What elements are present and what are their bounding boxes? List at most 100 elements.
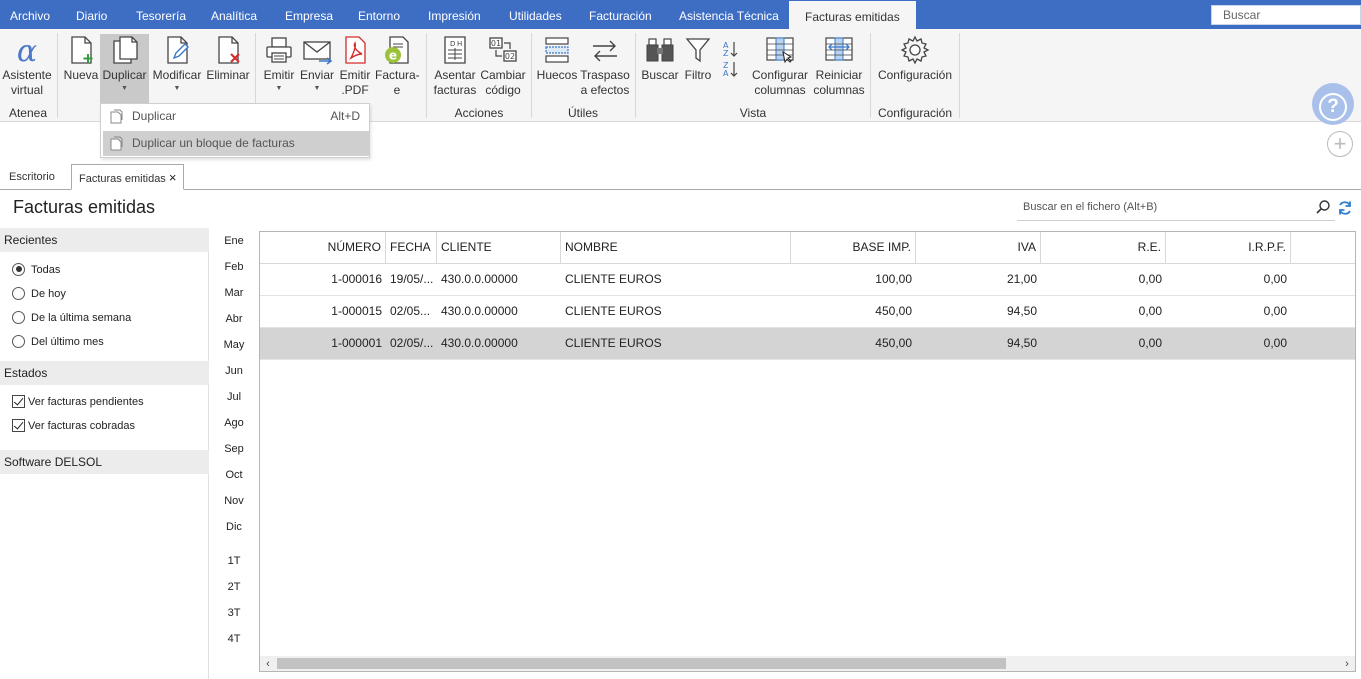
help-button[interactable]: ? bbox=[1312, 83, 1354, 125]
menu-archivo[interactable]: Archivo bbox=[10, 0, 50, 29]
menu-empresa[interactable]: Empresa bbox=[285, 0, 333, 29]
menu-utilidades[interactable]: Utilidades bbox=[509, 0, 562, 29]
table-row[interactable]: 1-000015 02/05... 430.0.0.00000 CLIENTE … bbox=[260, 296, 1355, 328]
close-icon[interactable]: × bbox=[169, 170, 177, 185]
section-footer-delsol: Software DELSOL bbox=[0, 450, 209, 474]
month-filter-item[interactable]: Jul bbox=[214, 391, 254, 403]
printer-icon bbox=[266, 37, 292, 63]
column-header-re[interactable]: R.E. bbox=[1041, 232, 1166, 263]
table-row-selected[interactable]: 1-000001 02/05/... 430.0.0.00000 CLIENTE… bbox=[260, 328, 1355, 360]
month-filter-item[interactable]: Jun bbox=[214, 365, 254, 377]
new-button[interactable]: Nueva bbox=[62, 34, 100, 100]
menu-entorno[interactable]: Entorno bbox=[358, 0, 400, 29]
menu-facturacion[interactable]: Facturación bbox=[589, 0, 652, 29]
quarter-filter-item[interactable]: 4T bbox=[214, 633, 254, 645]
post-invoices-button[interactable]: DH Asentar facturas bbox=[432, 34, 478, 100]
cell-iva: 94,50 bbox=[1006, 336, 1037, 350]
reset-columns-button[interactable]: Reiniciar columnas bbox=[812, 34, 866, 100]
cell-re: 0,00 bbox=[1138, 272, 1162, 286]
sort-button[interactable]: AZZA bbox=[717, 34, 743, 100]
issue-button[interactable]: Emitir ▼ bbox=[261, 34, 297, 100]
configure-columns-button[interactable]: Configurar columnas bbox=[751, 34, 809, 100]
radio-indicator[interactable] bbox=[12, 310, 25, 324]
menu-diario[interactable]: Diario bbox=[76, 0, 107, 29]
duplicate-icon bbox=[110, 136, 123, 151]
menu-tesoreria[interactable]: Tesorería bbox=[136, 0, 186, 29]
month-filter-item[interactable]: Oct bbox=[214, 469, 254, 481]
menu-item-duplicate[interactable]: Duplicar Alt+D bbox=[103, 104, 369, 129]
global-search-input[interactable]: Buscar bbox=[1211, 5, 1361, 25]
einvoice-button[interactable]: e Factura- e bbox=[375, 34, 420, 100]
tab-escritorio[interactable]: Escritorio bbox=[9, 164, 55, 190]
sort-az-icon: AZZA bbox=[723, 41, 738, 78]
month-filter-item[interactable]: Dic bbox=[214, 521, 254, 533]
group-separator bbox=[426, 33, 427, 118]
radio-ultima-semana[interactable]: De la última semana bbox=[12, 310, 131, 326]
radio-indicator[interactable] bbox=[12, 262, 25, 276]
menu-item-duplicate-block[interactable]: Duplicar un bloque de facturas bbox=[103, 131, 369, 156]
column-header-irpf[interactable]: I.R.P.F. bbox=[1166, 232, 1291, 263]
refresh-icon[interactable] bbox=[1337, 200, 1353, 216]
month-filter-item[interactable]: Sep bbox=[214, 443, 254, 455]
menu-analitica[interactable]: Analítica bbox=[211, 0, 257, 29]
checkbox-indicator[interactable] bbox=[12, 418, 25, 432]
section-header-estados: Estados bbox=[0, 361, 209, 385]
checkbox-facturas-cobradas[interactable]: Ver facturas cobradas bbox=[12, 418, 135, 434]
svg-text:α: α bbox=[17, 34, 37, 66]
radio-todas[interactable]: Todas bbox=[12, 262, 60, 278]
column-header-iva[interactable]: IVA bbox=[916, 232, 1041, 263]
filter-button[interactable]: Filtro bbox=[681, 34, 715, 100]
issue-pdf-button[interactable]: Emitir .PDF bbox=[337, 34, 373, 100]
transfer-effects-button[interactable]: Traspaso a efectos bbox=[580, 34, 630, 100]
column-header-base-imp[interactable]: BASE IMP. bbox=[791, 232, 916, 263]
column-header-numero[interactable]: NÚMERO bbox=[260, 232, 386, 263]
month-filter-item[interactable]: Abr bbox=[214, 313, 254, 325]
group-label-actions: Acciones bbox=[454, 106, 504, 120]
quarter-filter-item[interactable]: 1T bbox=[214, 555, 254, 567]
gaps-button[interactable]: Huecos bbox=[536, 34, 578, 100]
send-button[interactable]: Enviar ▼ bbox=[298, 34, 336, 100]
add-tab-button[interactable]: + bbox=[1327, 131, 1353, 157]
delete-button[interactable]: Eliminar bbox=[205, 34, 251, 100]
cell-iva: 21,00 bbox=[1006, 272, 1037, 286]
tab-facturas-emitidas[interactable]: Facturas emitidas × bbox=[71, 164, 185, 190]
radio-indicator[interactable] bbox=[12, 334, 25, 348]
month-filter-item[interactable]: Mar bbox=[214, 287, 254, 299]
radio-ultimo-mes[interactable]: Del último mes bbox=[12, 334, 104, 350]
quarter-filter-item[interactable]: 2T bbox=[214, 581, 254, 593]
scrollbar-thumb[interactable] bbox=[277, 658, 1006, 669]
cell-base-imp: 450,00 bbox=[875, 304, 912, 318]
scroll-left-icon[interactable]: ‹ bbox=[260, 656, 276, 671]
month-filter-item[interactable]: Ago bbox=[214, 417, 254, 429]
menu-asistencia-tecnica[interactable]: Asistencia Técnica bbox=[679, 0, 779, 29]
column-header-fecha[interactable]: FECHA bbox=[386, 232, 437, 263]
table-row[interactable]: 1-000016 19/05/... 430.0.0.00000 CLIENTE… bbox=[260, 264, 1355, 296]
scroll-right-icon[interactable]: › bbox=[1339, 656, 1355, 671]
quarter-filter-item[interactable]: 3T bbox=[214, 607, 254, 619]
radio-de-hoy[interactable]: De hoy bbox=[12, 286, 66, 302]
checkbox-indicator[interactable] bbox=[12, 394, 25, 408]
file-search-input[interactable]: Buscar en el fichero (Alt+B) bbox=[1017, 196, 1335, 221]
virtual-assistant-button[interactable]: α Asistente virtual bbox=[2, 34, 52, 100]
month-filter-item[interactable]: Feb bbox=[214, 261, 254, 273]
menu-impresion[interactable]: Impresión bbox=[428, 0, 481, 29]
change-code-button[interactable]: 01 02 Cambiar código bbox=[480, 34, 526, 100]
checkbox-facturas-pendientes[interactable]: Ver facturas pendientes bbox=[12, 394, 144, 410]
help-question-icon: ? bbox=[1319, 93, 1347, 121]
month-filter-item[interactable]: Ene bbox=[214, 235, 254, 247]
modify-button[interactable]: Modificar ▼ bbox=[151, 34, 203, 100]
column-header-cliente[interactable]: CLIENTE bbox=[437, 232, 561, 263]
month-filter-item[interactable]: Nov bbox=[214, 495, 254, 507]
column-header-nombre[interactable]: NOMBRE bbox=[561, 232, 791, 263]
horizontal-scrollbar[interactable]: ‹ › bbox=[260, 656, 1355, 671]
configuration-button[interactable]: Configuración bbox=[876, 34, 954, 100]
search-icon[interactable] bbox=[1315, 199, 1331, 215]
cell-irpf: 0,00 bbox=[1263, 336, 1287, 350]
search-button[interactable]: Buscar bbox=[641, 34, 679, 100]
duplicate-button[interactable]: Duplicar ▼ bbox=[100, 34, 149, 103]
month-filter-item[interactable]: May bbox=[214, 339, 254, 351]
cell-cliente: 430.0.0.00000 bbox=[441, 336, 518, 350]
menu-facturas-emitidas[interactable]: Facturas emitidas bbox=[789, 0, 916, 29]
radio-indicator[interactable] bbox=[12, 286, 25, 300]
group-separator bbox=[635, 33, 636, 118]
